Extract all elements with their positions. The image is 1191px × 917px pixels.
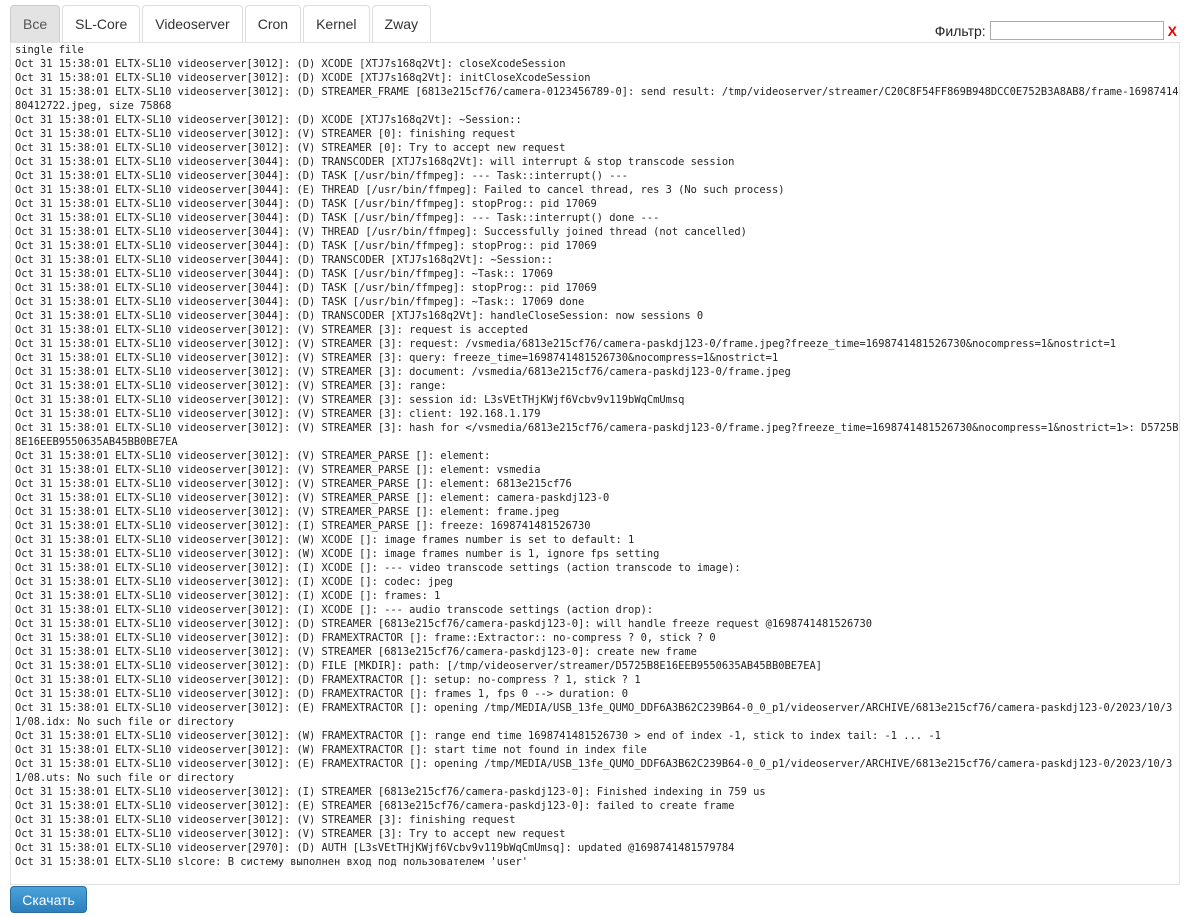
log-line: Oct 31 15:38:01 ELTX-SL10 videoserver[30… [15, 576, 453, 588]
log-line: Oct 31 15:38:01 ELTX-SL10 videoserver[30… [15, 212, 660, 224]
download-button[interactable]: Скачать [10, 886, 87, 913]
log-line: Oct 31 15:38:01 ELTX-SL10 videoserver[29… [15, 842, 735, 854]
log-line: Oct 31 15:38:01 ELTX-SL10 videoserver[30… [15, 142, 566, 154]
log-line: Oct 31 15:38:01 ELTX-SL10 videoserver[30… [15, 86, 1179, 112]
log-line: Oct 31 15:38:01 ELTX-SL10 videoserver[30… [15, 464, 541, 476]
tab-videoserver[interactable]: Videoserver [142, 5, 243, 42]
log-line: Oct 31 15:38:01 ELTX-SL10 videoserver[30… [15, 58, 566, 70]
log-line: Oct 31 15:38:01 ELTX-SL10 videoserver[30… [15, 268, 553, 280]
log-line: Oct 31 15:38:01 ELTX-SL10 videoserver[30… [15, 296, 585, 308]
log-line: single file [15, 44, 84, 56]
log-line: Oct 31 15:38:01 ELTX-SL10 videoserver[30… [15, 408, 541, 420]
log-line: Oct 31 15:38:01 ELTX-SL10 slcore: В сист… [15, 856, 528, 868]
log-line: Oct 31 15:38:01 ELTX-SL10 videoserver[30… [15, 324, 528, 336]
log-line: Oct 31 15:38:01 ELTX-SL10 videoserver[30… [15, 198, 597, 210]
tab-cron[interactable]: Cron [244, 5, 302, 42]
log-line: Oct 31 15:38:01 ELTX-SL10 videoserver[30… [15, 562, 741, 574]
log-line: Oct 31 15:38:01 ELTX-SL10 videoserver[30… [15, 156, 735, 168]
log-line: Oct 31 15:38:01 ELTX-SL10 videoserver[30… [15, 184, 785, 196]
log-line: Oct 31 15:38:01 ELTX-SL10 videoserver[30… [15, 226, 747, 238]
log-line: Oct 31 15:38:01 ELTX-SL10 videoserver[30… [15, 114, 522, 126]
log-text: single file Oct 31 15:38:01 ELTX-SL10 vi… [11, 43, 1179, 869]
log-line: Oct 31 15:38:01 ELTX-SL10 videoserver[30… [15, 450, 491, 462]
log-line: Oct 31 15:38:01 ELTX-SL10 videoserver[30… [15, 758, 1173, 784]
log-line: Oct 31 15:38:01 ELTX-SL10 videoserver[30… [15, 674, 641, 686]
log-line: Oct 31 15:38:01 ELTX-SL10 videoserver[30… [15, 478, 572, 490]
log-line: Oct 31 15:38:01 ELTX-SL10 videoserver[30… [15, 702, 1173, 728]
log-line: Oct 31 15:38:01 ELTX-SL10 videoserver[30… [15, 492, 610, 504]
log-line: Oct 31 15:38:01 ELTX-SL10 videoserver[30… [15, 618, 873, 630]
log-line: Oct 31 15:38:01 ELTX-SL10 videoserver[30… [15, 128, 516, 140]
tab-все[interactable]: Все [10, 5, 61, 42]
log-line: Oct 31 15:38:01 ELTX-SL10 videoserver[30… [15, 380, 447, 392]
filter-bar: Фильтр: X [935, 20, 1177, 41]
log-line: Oct 31 15:38:01 ELTX-SL10 videoserver[30… [15, 240, 597, 252]
log-line: Oct 31 15:38:01 ELTX-SL10 videoserver[30… [15, 170, 629, 182]
filter-input[interactable] [989, 21, 1164, 40]
log-line: Oct 31 15:38:01 ELTX-SL10 videoserver[30… [15, 744, 647, 756]
log-line: Oct 31 15:38:01 ELTX-SL10 videoserver[30… [15, 660, 822, 672]
clear-filter-icon[interactable]: X [1168, 24, 1177, 38]
tab-sl-core[interactable]: SL-Core [62, 5, 141, 42]
log-line: Oct 31 15:38:01 ELTX-SL10 videoserver[30… [15, 282, 597, 294]
log-line: Oct 31 15:38:01 ELTX-SL10 videoserver[30… [15, 310, 704, 322]
log-line: Oct 31 15:38:01 ELTX-SL10 videoserver[30… [15, 506, 560, 518]
log-line: Oct 31 15:38:01 ELTX-SL10 videoserver[30… [15, 520, 591, 532]
log-line: Oct 31 15:38:01 ELTX-SL10 videoserver[30… [15, 72, 591, 84]
log-line: Oct 31 15:38:01 ELTX-SL10 videoserver[30… [15, 632, 716, 644]
tab-kernel[interactable]: Kernel [303, 5, 370, 42]
log-line: Oct 31 15:38:01 ELTX-SL10 videoserver[30… [15, 786, 766, 798]
log-line: Oct 31 15:38:01 ELTX-SL10 videoserver[30… [15, 548, 660, 560]
log-line: Oct 31 15:38:01 ELTX-SL10 videoserver[30… [15, 422, 1179, 448]
log-line: Oct 31 15:38:01 ELTX-SL10 videoserver[30… [15, 828, 566, 840]
log-line: Oct 31 15:38:01 ELTX-SL10 videoserver[30… [15, 646, 697, 658]
log-output-panel[interactable]: single file Oct 31 15:38:01 ELTX-SL10 vi… [10, 42, 1180, 885]
tab-zway[interactable]: Zway [371, 5, 431, 42]
log-line: Oct 31 15:38:01 ELTX-SL10 videoserver[30… [15, 534, 635, 546]
filter-label: Фильтр: [934, 22, 986, 39]
log-line: Oct 31 15:38:01 ELTX-SL10 videoserver[30… [15, 800, 735, 812]
log-line: Oct 31 15:38:01 ELTX-SL10 videoserver[30… [15, 338, 1117, 350]
log-line: Oct 31 15:38:01 ELTX-SL10 videoserver[30… [15, 814, 516, 826]
log-line: Oct 31 15:38:01 ELTX-SL10 videoserver[30… [15, 394, 685, 406]
log-line: Oct 31 15:38:01 ELTX-SL10 videoserver[30… [15, 688, 629, 700]
log-line: Oct 31 15:38:01 ELTX-SL10 videoserver[30… [15, 254, 553, 266]
log-line: Oct 31 15:38:01 ELTX-SL10 videoserver[30… [15, 730, 941, 742]
log-line: Oct 31 15:38:01 ELTX-SL10 videoserver[30… [15, 590, 441, 602]
log-line: Oct 31 15:38:01 ELTX-SL10 videoserver[30… [15, 352, 779, 364]
log-line: Oct 31 15:38:01 ELTX-SL10 videoserver[30… [15, 604, 654, 616]
log-line: Oct 31 15:38:01 ELTX-SL10 videoserver[30… [15, 366, 791, 378]
log-source-tabs: Все SL-Core Videoserver Cron Kernel Zway [10, 4, 433, 42]
